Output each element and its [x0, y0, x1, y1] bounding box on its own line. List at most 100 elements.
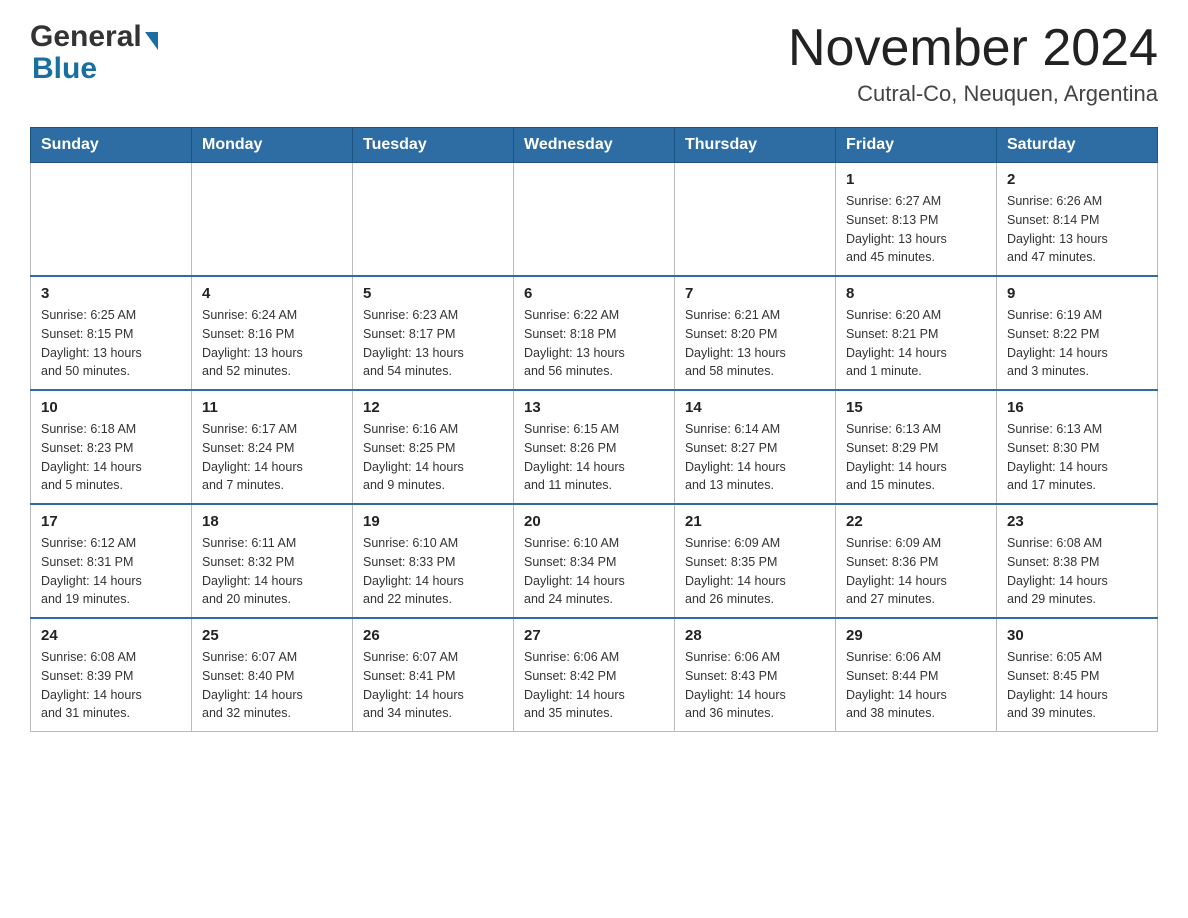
day-info: Sunrise: 6:14 AM Sunset: 8:27 PM Dayligh…	[685, 420, 825, 495]
day-number: 22	[846, 513, 986, 530]
day-number: 7	[685, 285, 825, 302]
day-info: Sunrise: 6:12 AM Sunset: 8:31 PM Dayligh…	[41, 534, 181, 609]
day-info: Sunrise: 6:16 AM Sunset: 8:25 PM Dayligh…	[363, 420, 503, 495]
calendar-cell	[353, 163, 514, 277]
calendar-cell: 2 Sunrise: 6:26 AM Sunset: 8:14 PM Daylig…	[997, 163, 1158, 277]
day-number: 8	[846, 285, 986, 302]
calendar-cell: 18 Sunrise: 6:11 AM Sunset: 8:32 PM Dayli…	[192, 504, 353, 618]
day-info: Sunrise: 6:26 AM Sunset: 8:14 PM Dayligh…	[1007, 192, 1147, 267]
logo-general-text: General	[30, 20, 142, 54]
day-info: Sunrise: 6:07 AM Sunset: 8:40 PM Dayligh…	[202, 648, 342, 723]
day-info: Sunrise: 6:18 AM Sunset: 8:23 PM Dayligh…	[41, 420, 181, 495]
day-info: Sunrise: 6:09 AM Sunset: 8:35 PM Dayligh…	[685, 534, 825, 609]
calendar-cell: 10Sunrise: 6:18 AM Sunset: 8:23 PM Dayli…	[31, 390, 192, 504]
day-number: 5	[363, 285, 503, 302]
day-info: Sunrise: 6:06 AM Sunset: 8:44 PM Dayligh…	[846, 648, 986, 723]
day-number: 3	[41, 285, 181, 302]
day-info: Sunrise: 6:13 AM Sunset: 8:29 PM Dayligh…	[846, 420, 986, 495]
day-number: 23	[1007, 513, 1147, 530]
day-number: 1	[846, 171, 986, 188]
day-number: 9	[1007, 285, 1147, 302]
calendar-cell: 13Sunrise: 6:15 AM Sunset: 8:26 PM Dayli…	[514, 390, 675, 504]
weekday-header-tuesday: Tuesday	[353, 128, 514, 163]
calendar-cell: 5 Sunrise: 6:23 AM Sunset: 8:17 PM Daylig…	[353, 276, 514, 390]
calendar-week-row: 24 Sunrise: 6:08 AM Sunset: 8:39 PM Dayli…	[31, 618, 1158, 732]
calendar-cell: 4 Sunrise: 6:24 AM Sunset: 8:16 PM Daylig…	[192, 276, 353, 390]
logo-blue-text: Blue	[32, 52, 97, 85]
title-block: November 2024 Cutral-Co, Neuquen, Argent…	[788, 20, 1158, 107]
day-number: 27	[524, 627, 664, 644]
location-subtitle: Cutral-Co, Neuquen, Argentina	[788, 81, 1158, 107]
calendar-cell: 26Sunrise: 6:07 AM Sunset: 8:41 PM Dayli…	[353, 618, 514, 732]
day-info: Sunrise: 6:08 AM Sunset: 8:38 PM Dayligh…	[1007, 534, 1147, 609]
day-number: 28	[685, 627, 825, 644]
day-info: Sunrise: 6:11 AM Sunset: 8:32 PM Dayligh…	[202, 534, 342, 609]
day-info: Sunrise: 6:13 AM Sunset: 8:30 PM Dayligh…	[1007, 420, 1147, 495]
calendar-week-row: 17 Sunrise: 6:12 AM Sunset: 8:31 PM Dayli…	[31, 504, 1158, 618]
day-info: Sunrise: 6:25 AM Sunset: 8:15 PM Dayligh…	[41, 306, 181, 381]
calendar-cell: 29 Sunrise: 6:06 AM Sunset: 8:44 PM Dayli…	[836, 618, 997, 732]
day-number: 19	[363, 513, 503, 530]
day-info: Sunrise: 6:24 AM Sunset: 8:16 PM Dayligh…	[202, 306, 342, 381]
calendar-cell: 30 Sunrise: 6:05 AM Sunset: 8:45 PM Dayli…	[997, 618, 1158, 732]
calendar-cell: 16 Sunrise: 6:13 AM Sunset: 8:30 PM Dayli…	[997, 390, 1158, 504]
day-number: 20	[524, 513, 664, 530]
calendar-cell: 14 Sunrise: 6:14 AM Sunset: 8:27 PM Dayli…	[675, 390, 836, 504]
day-info: Sunrise: 6:23 AM Sunset: 8:17 PM Dayligh…	[363, 306, 503, 381]
weekday-header-friday: Friday	[836, 128, 997, 163]
day-number: 25	[202, 627, 342, 644]
day-number: 14	[685, 399, 825, 416]
day-info: Sunrise: 6:20 AM Sunset: 8:21 PM Dayligh…	[846, 306, 986, 381]
day-number: 4	[202, 285, 342, 302]
calendar-cell	[514, 163, 675, 277]
day-info: Sunrise: 6:09 AM Sunset: 8:36 PM Dayligh…	[846, 534, 986, 609]
weekday-header-wednesday: Wednesday	[514, 128, 675, 163]
day-number: 18	[202, 513, 342, 530]
calendar-cell: 22 Sunrise: 6:09 AM Sunset: 8:36 PM Dayli…	[836, 504, 997, 618]
calendar-cell: 11Sunrise: 6:17 AM Sunset: 8:24 PM Dayli…	[192, 390, 353, 504]
calendar-cell: 27 Sunrise: 6:06 AM Sunset: 8:42 PM Dayli…	[514, 618, 675, 732]
day-number: 29	[846, 627, 986, 644]
calendar-cell: 12 Sunrise: 6:16 AM Sunset: 8:25 PM Dayli…	[353, 390, 514, 504]
calendar-cell	[675, 163, 836, 277]
day-number: 30	[1007, 627, 1147, 644]
weekday-header-monday: Monday	[192, 128, 353, 163]
day-info: Sunrise: 6:10 AM Sunset: 8:33 PM Dayligh…	[363, 534, 503, 609]
day-info: Sunrise: 6:05 AM Sunset: 8:45 PM Dayligh…	[1007, 648, 1147, 723]
calendar-cell: 6Sunrise: 6:22 AM Sunset: 8:18 PM Daylig…	[514, 276, 675, 390]
day-info: Sunrise: 6:06 AM Sunset: 8:42 PM Dayligh…	[524, 648, 664, 723]
calendar-cell: 17 Sunrise: 6:12 AM Sunset: 8:31 PM Dayli…	[31, 504, 192, 618]
day-info: Sunrise: 6:15 AM Sunset: 8:26 PM Dayligh…	[524, 420, 664, 495]
calendar-table: SundayMondayTuesdayWednesdayThursdayFrid…	[30, 127, 1158, 732]
calendar-cell: 19 Sunrise: 6:10 AM Sunset: 8:33 PM Dayli…	[353, 504, 514, 618]
day-number: 24	[41, 627, 181, 644]
calendar-cell: 15 Sunrise: 6:13 AM Sunset: 8:29 PM Dayli…	[836, 390, 997, 504]
day-number: 21	[685, 513, 825, 530]
day-info: Sunrise: 6:08 AM Sunset: 8:39 PM Dayligh…	[41, 648, 181, 723]
day-number: 2	[1007, 171, 1147, 188]
day-number: 16	[1007, 399, 1147, 416]
month-year-title: November 2024	[788, 20, 1158, 77]
calendar-week-row: 1Sunrise: 6:27 AM Sunset: 8:13 PM Daylig…	[31, 163, 1158, 277]
weekday-header-sunday: Sunday	[31, 128, 192, 163]
calendar-cell	[192, 163, 353, 277]
calendar-cell: 23 Sunrise: 6:08 AM Sunset: 8:38 PM Dayli…	[997, 504, 1158, 618]
calendar-week-row: 10Sunrise: 6:18 AM Sunset: 8:23 PM Dayli…	[31, 390, 1158, 504]
day-info: Sunrise: 6:07 AM Sunset: 8:41 PM Dayligh…	[363, 648, 503, 723]
day-number: 17	[41, 513, 181, 530]
calendar-cell: 3 Sunrise: 6:25 AM Sunset: 8:15 PM Daylig…	[31, 276, 192, 390]
calendar-cell	[31, 163, 192, 277]
weekday-header-saturday: Saturday	[997, 128, 1158, 163]
logo-triangle-icon	[145, 32, 158, 50]
weekday-header-row: SundayMondayTuesdayWednesdayThursdayFrid…	[31, 128, 1158, 163]
day-number: 12	[363, 399, 503, 416]
day-info: Sunrise: 6:17 AM Sunset: 8:24 PM Dayligh…	[202, 420, 342, 495]
day-number: 15	[846, 399, 986, 416]
calendar-cell: 21 Sunrise: 6:09 AM Sunset: 8:35 PM Dayli…	[675, 504, 836, 618]
calendar-cell: 9Sunrise: 6:19 AM Sunset: 8:22 PM Daylig…	[997, 276, 1158, 390]
calendar-cell: 7Sunrise: 6:21 AM Sunset: 8:20 PM Daylig…	[675, 276, 836, 390]
calendar-cell: 25 Sunrise: 6:07 AM Sunset: 8:40 PM Dayli…	[192, 618, 353, 732]
calendar-cell: 28Sunrise: 6:06 AM Sunset: 8:43 PM Dayli…	[675, 618, 836, 732]
calendar-cell: 1Sunrise: 6:27 AM Sunset: 8:13 PM Daylig…	[836, 163, 997, 277]
day-info: Sunrise: 6:22 AM Sunset: 8:18 PM Dayligh…	[524, 306, 664, 381]
